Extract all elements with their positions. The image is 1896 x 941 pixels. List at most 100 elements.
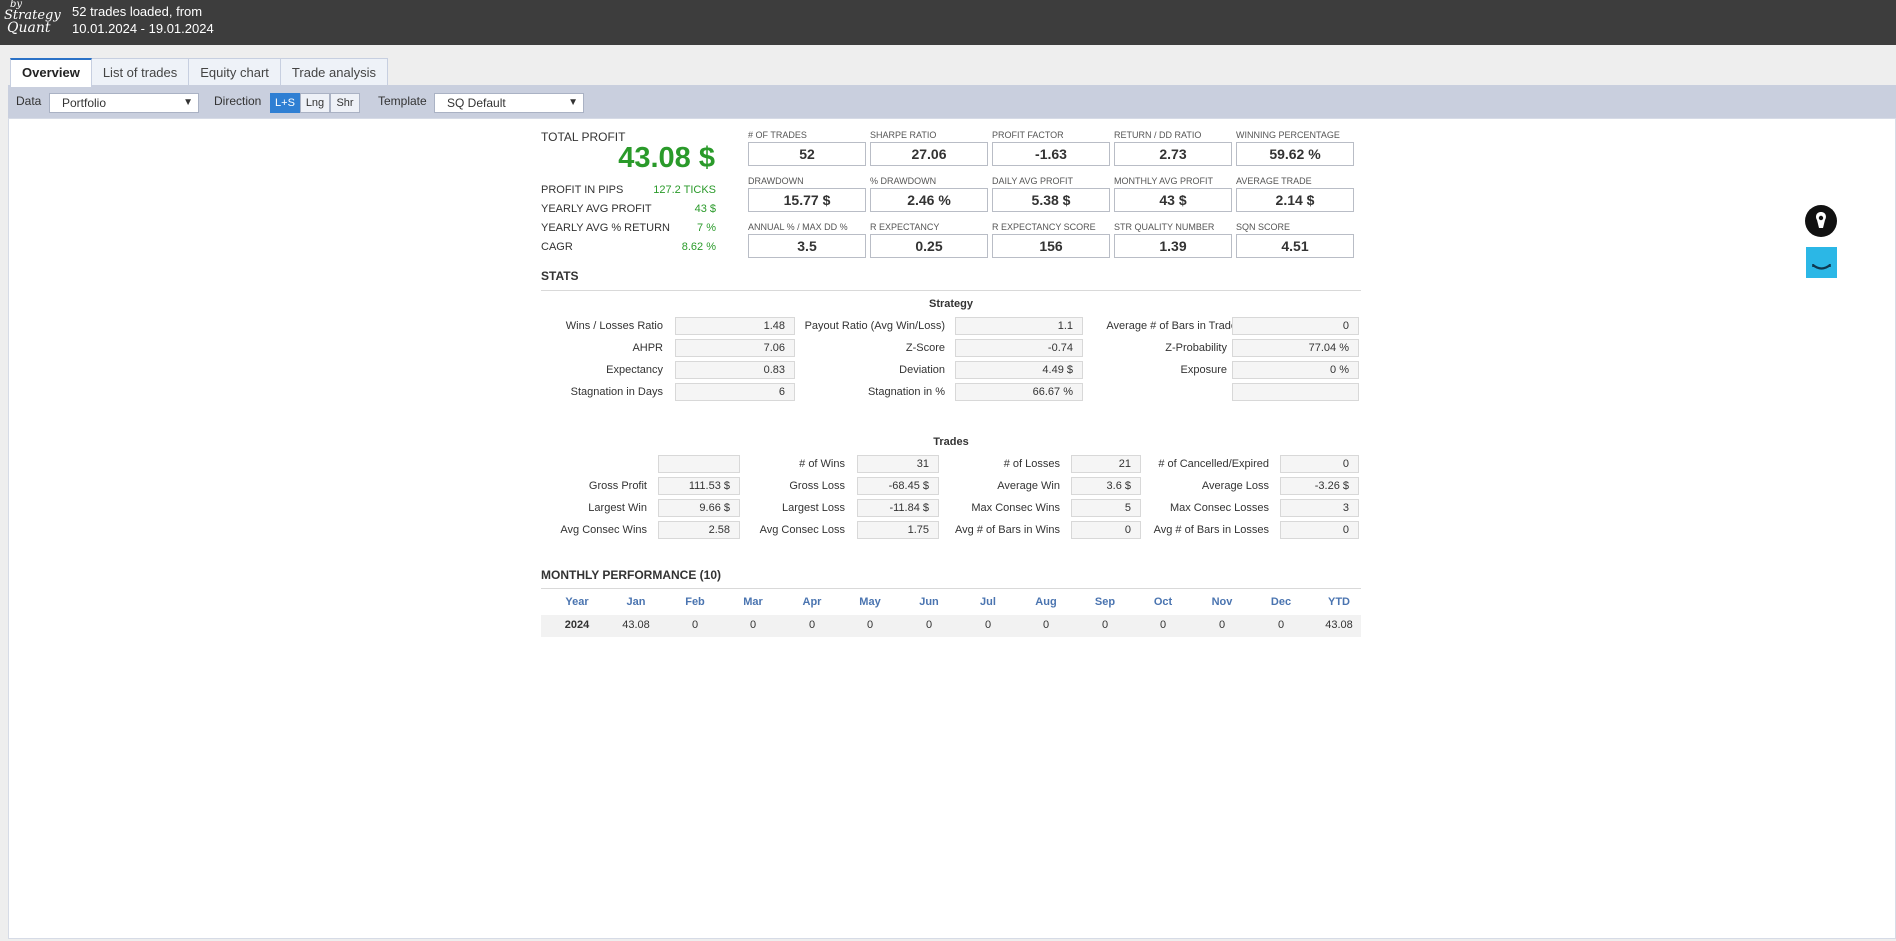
summary-label: PROFIT IN PIPS [541,184,624,196]
month-header: Nov [1211,596,1233,608]
stat-value-empty [1232,383,1359,401]
stat-value: 0 % [1232,361,1359,379]
filter-toolbar: Data Portfolio ▼ Direction L+S Lng Shr T… [8,85,1896,118]
direction-short-button[interactable]: Shr [330,93,360,113]
pen-nib-icon[interactable] [1804,204,1838,238]
monthly-performance-title: MONTHLY PERFORMANCE (10) [541,568,722,582]
data-select-value: Portfolio [62,96,107,110]
load-info: 52 trades loaded, from 10.01.2024 - 19.0… [72,3,214,37]
kpi-label: RETURN / DD RATIO [1114,130,1202,140]
month-header: Oct [1153,596,1173,608]
month-header: Mar [743,596,763,608]
load-info-line1: 52 trades loaded, from [72,4,203,19]
stat-value: 7.06 [675,339,795,357]
trade-value-empty [658,455,740,473]
month-cell: 0 [866,619,874,631]
trade-label: Average Win [997,480,1060,492]
chat-widget-icon[interactable] [1804,245,1839,280]
trade-value: 5 [1071,499,1141,517]
summary-row: YEARLY AVG PROFIT 43 $ [541,203,716,219]
stat-label: Wins / Losses Ratio [565,320,663,332]
kpi-label: SQN SCORE [1236,222,1291,232]
strategy-subtitle: Strategy [928,298,974,310]
month-header: YTD [1328,596,1350,608]
month-cell: 0 [1042,619,1050,631]
data-select[interactable]: Portfolio ▼ [49,93,199,113]
kpi-annual-maxdd: ANNUAL % / MAX DD % 3.5 [748,222,866,258]
kpi-return-dd: RETURN / DD RATIO 2.73 [1114,130,1232,166]
trade-value: 3.6 $ [1071,477,1141,495]
kpi-value: 15.77 $ [748,188,866,212]
trade-label: Gross Profit [588,480,647,492]
trade-label: Max Consec Losses [1169,502,1269,514]
kpi-value: 43 $ [1114,188,1232,212]
trade-value: 31 [857,455,939,473]
tab-equity-chart[interactable]: Equity chart [188,58,281,86]
tab-list-of-trades[interactable]: List of trades [90,58,190,86]
kpi-value: 2.73 [1114,142,1232,166]
stat-value: 1.1 [955,317,1083,335]
stat-value: -0.74 [955,339,1083,357]
trade-value: 9.66 $ [658,499,740,517]
kpi-value: 5.38 $ [992,188,1110,212]
kpi-value: 59.62 % [1236,142,1354,166]
kpi-value: 4.51 [1236,234,1354,258]
kpi-value: 3.5 [748,234,866,258]
stat-label: Payout Ratio (Avg Win/Loss) [804,320,945,332]
month-header: Year [565,596,589,608]
kpi-value: 1.39 [1114,234,1232,258]
trade-label: Avg Consec Loss [759,524,845,536]
stat-label: Stagnation in Days [570,386,663,398]
kpi-label: PROFIT FACTOR [992,130,1064,140]
trade-value: 0 [1071,521,1141,539]
summary-value: 7 % [697,222,716,234]
kpi-average-trade: AVERAGE TRADE 2.14 $ [1236,176,1354,212]
kpi-label: ANNUAL % / MAX DD % [748,222,848,232]
tab-overview[interactable]: Overview [10,58,92,87]
total-profit-value: 43.08 $ [618,142,715,174]
stat-label: Z-Score [905,342,945,354]
trade-label: # of Losses [1003,458,1060,470]
month-header: Jul [980,596,996,608]
month-cell: 0 [1277,619,1285,631]
stat-value: 66.67 % [955,383,1083,401]
stat-label: Expectancy [606,364,663,376]
kpi-r-expectancy: R EXPECTANCY 0.25 [870,222,988,258]
trade-label: Avg Consec Wins [560,524,647,536]
stat-value: 6 [675,383,795,401]
trade-label: Largest Win [588,502,647,514]
stat-value: 4.49 $ [955,361,1083,379]
month-header: Jun [919,596,939,608]
month-cell: 0 [925,619,933,631]
direction-long-button[interactable]: Lng [300,93,330,113]
kpi-value: 2.46 % [870,188,988,212]
stat-label: Stagnation in % [867,386,945,398]
data-label: Data [16,94,42,108]
kpi-label: AVERAGE TRADE [1236,176,1312,186]
stat-value: 77.04 % [1232,339,1359,357]
kpi-profit-factor: PROFIT FACTOR -1.63 [992,130,1110,166]
stat-label: AHPR [632,342,663,354]
trade-value: 0 [1280,455,1359,473]
stat-value: 1.48 [675,317,795,335]
direction-ls-button[interactable]: L+S [270,93,300,113]
tab-trade-analysis[interactable]: Trade analysis [279,58,388,86]
trade-label: Gross Loss [789,480,845,492]
kpi-drawdown: DRAWDOWN 15.77 $ [748,176,866,212]
kpi-daily-avg-profit: DAILY AVG PROFIT 5.38 $ [992,176,1110,212]
kpi-sharpe: SHARPE RATIO 27.06 [870,130,988,166]
kpi-sqn-score: SQN SCORE 4.51 [1236,222,1354,258]
month-cell: 0 [1218,619,1226,631]
month-cell: 0 [691,619,699,631]
trade-label: Avg # of Bars in Losses [1153,524,1269,536]
summary-value: 43 $ [694,203,716,215]
kpi-label: DAILY AVG PROFIT [992,176,1074,186]
summary-row: CAGR 8.62 % [541,241,716,257]
trade-value: 21 [1071,455,1141,473]
stat-value: 0.83 [675,361,795,379]
template-select[interactable]: SQ Default ▼ [434,93,584,113]
month-header: May [859,596,881,608]
trade-value: 1.75 [857,521,939,539]
kpi-value: 0.25 [870,234,988,258]
trade-value: 0 [1280,521,1359,539]
